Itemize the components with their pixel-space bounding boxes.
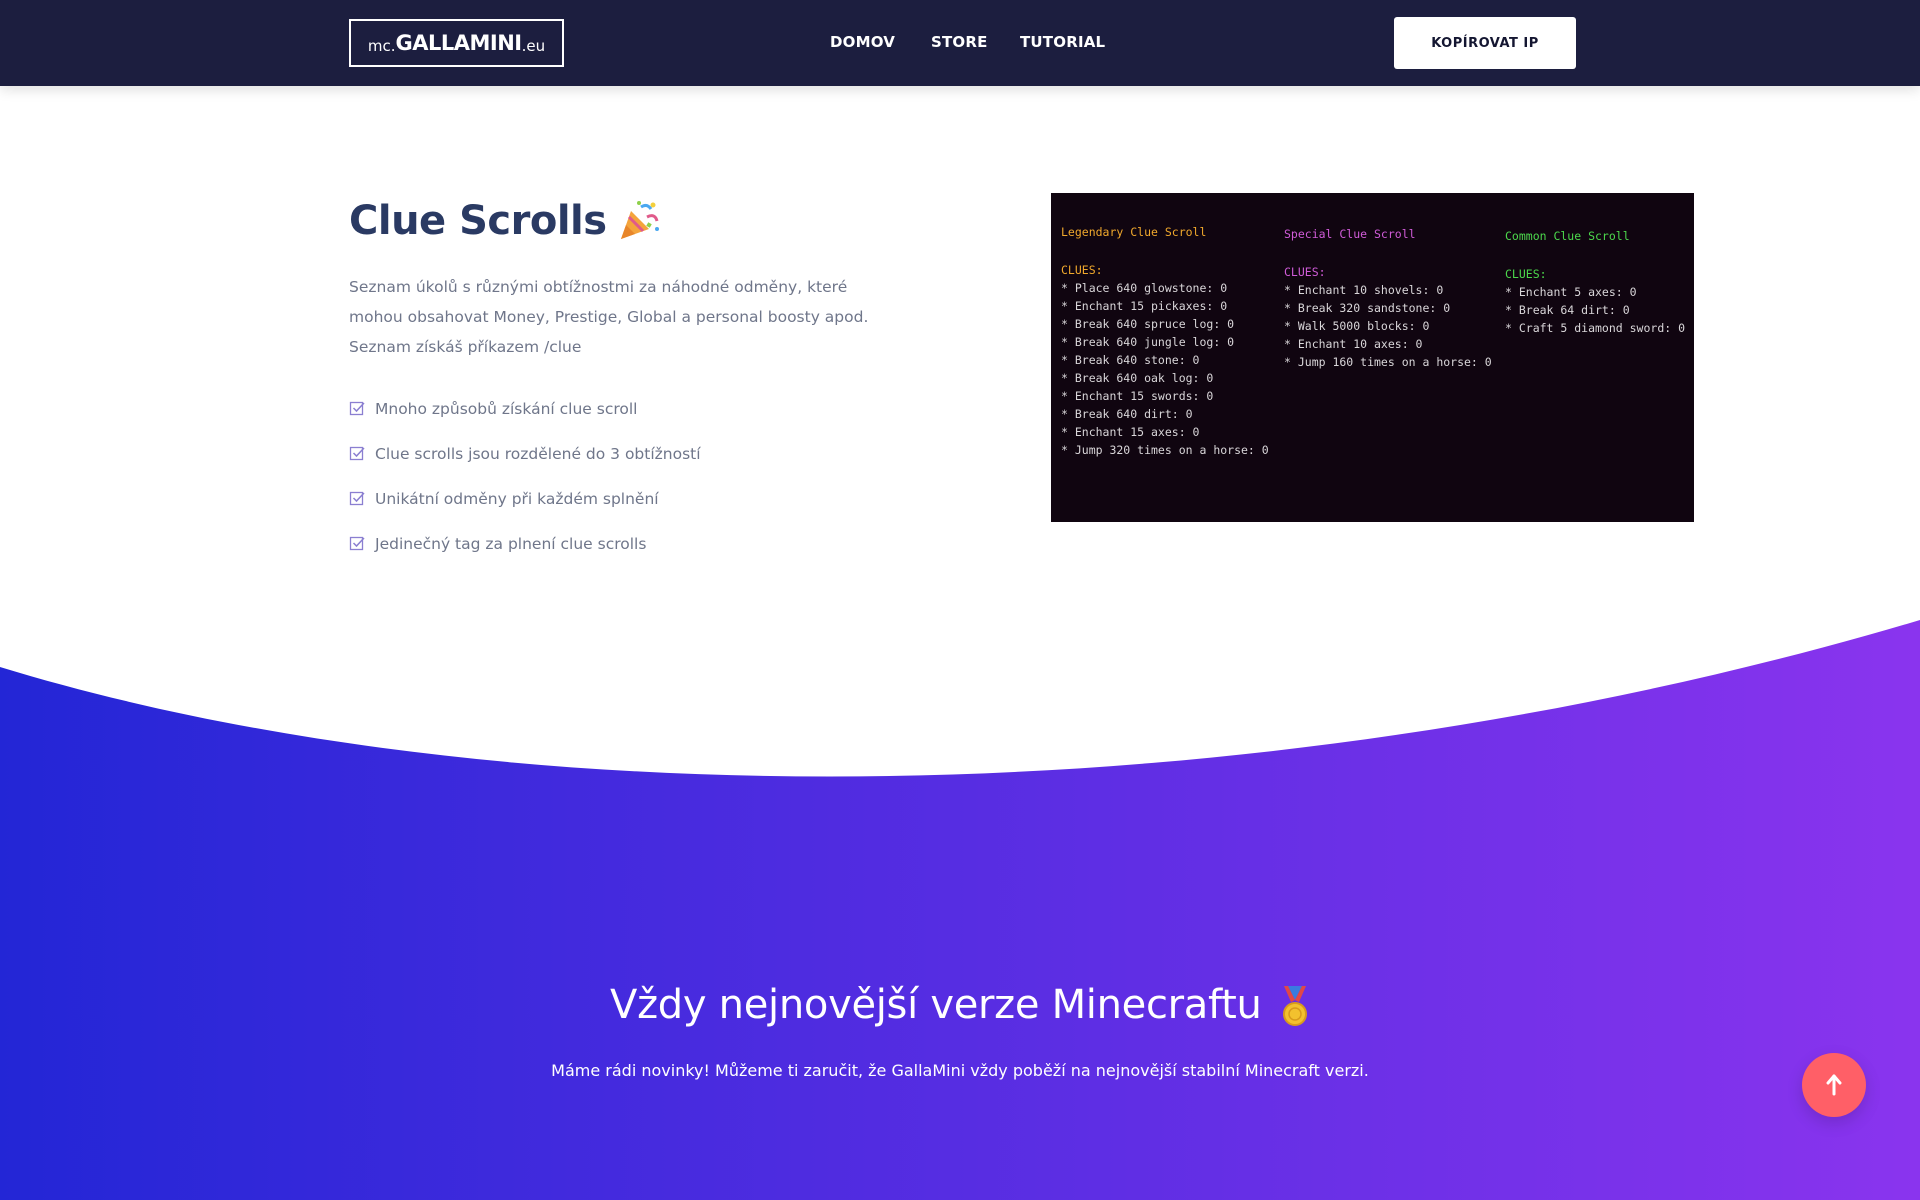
logo-name: GALLAMINI — [395, 31, 523, 55]
logo-prefix: mc. — [367, 37, 396, 55]
term-clues-label: CLUES: — [1284, 265, 1326, 279]
feature-text: Clue scrolls jsou rozdělené do 3 obtížno… — [375, 444, 701, 463]
nav-link-tutorial[interactable]: TUTORIAL — [1020, 33, 1105, 51]
check-square-icon — [349, 536, 365, 551]
term-line: * Place 640 glowstone: 0 — [1061, 281, 1228, 295]
term-title: Special Clue Scroll — [1284, 227, 1416, 241]
check-square-icon — [349, 446, 365, 461]
check-square-icon — [349, 401, 365, 416]
term-line: * Break 64 dirt: 0 — [1505, 303, 1630, 317]
arrow-up-icon — [1826, 1074, 1842, 1096]
feature-text: Jedinečný tag za plnení clue scrolls — [375, 534, 647, 553]
term-line: * Enchant 15 axes: 0 — [1061, 425, 1200, 439]
term-clues-label: CLUES: — [1505, 267, 1547, 281]
scroll-to-top-button[interactable] — [1802, 1053, 1866, 1117]
term-line: * Break 640 spruce log: 0 — [1061, 317, 1235, 331]
minecraft-section-subtitle: Máme rádi novinky! Můžeme ti zaručit, že… — [551, 1061, 1369, 1080]
term-line: * Jump 320 times on a horse: 0 — [1061, 443, 1269, 457]
term-line: * Break 640 oak log: 0 — [1061, 371, 1214, 385]
term-column-special: Special Clue Scroll CLUES: * Enchant 10 … — [1284, 225, 1492, 371]
term-column-common: Common Clue Scroll CLUES: * Enchant 5 ax… — [1505, 227, 1685, 337]
minecraft-title-text: Vždy nejnovější verze Minecraftu — [610, 982, 1262, 1028]
logo-suffix: .eu — [521, 37, 546, 55]
clue-section-description: Seznam úkolů s různými obtížnostmi za ná… — [349, 278, 869, 356]
term-line: * Break 640 jungle log: 0 — [1061, 335, 1235, 349]
clue-scroll-screenshot: Legendary Clue Scroll CLUES: * Place 640… — [1051, 193, 1694, 522]
term-line: * Craft 5 diamond sword: 0 — [1505, 321, 1686, 335]
term-line: * Enchant 5 axes: 0 — [1505, 285, 1637, 299]
clue-section-title: Clue Scrolls — [349, 198, 661, 244]
logo[interactable]: mc. GALLAMINI .eu — [349, 19, 564, 67]
term-line: * Break 640 stone: 0 — [1061, 353, 1200, 367]
nav-link-domov[interactable]: DOMOV — [830, 33, 895, 51]
medal-icon — [1282, 986, 1307, 1026]
term-title: Common Clue Scroll — [1505, 229, 1630, 243]
copy-ip-button[interactable]: KOPÍROVAT IP — [1394, 17, 1576, 69]
feature-text: Unikátní odměny při každém splnění — [375, 489, 659, 508]
feature-item: Mnoho způsobů získání clue scroll — [349, 386, 701, 431]
term-line: * Enchant 15 pickaxes: 0 — [1061, 299, 1228, 313]
feature-text: Mnoho způsobů získání clue scroll — [375, 399, 638, 418]
term-line: * Break 320 sandstone: 0 — [1284, 301, 1451, 315]
wave-background — [0, 620, 1920, 1200]
term-line: * Jump 160 times on a horse: 0 — [1284, 355, 1492, 369]
feature-list: Mnoho způsobů získání clue scroll Clue s… — [349, 386, 701, 566]
term-clues-label: CLUES: — [1061, 263, 1103, 277]
feature-item: Jedinečný tag za plnení clue scrolls — [349, 521, 701, 566]
term-line: * Break 640 dirt: 0 — [1061, 407, 1193, 421]
feature-item: Clue scrolls jsou rozdělené do 3 obtížno… — [349, 431, 701, 476]
minecraft-section-title: Vždy nejnovější verze Minecraftu — [0, 982, 1920, 1028]
term-column-legendary: Legendary Clue Scroll CLUES: * Place 640… — [1061, 223, 1269, 459]
term-line: * Enchant 10 shovels: 0 — [1284, 283, 1444, 297]
feature-item: Unikátní odměny při každém splnění — [349, 476, 701, 521]
navbar: mc. GALLAMINI .eu DOMOV STORE TUTORIAL K… — [0, 0, 1920, 86]
term-line: * Enchant 10 axes: 0 — [1284, 337, 1423, 351]
nav-link-store[interactable]: STORE — [931, 33, 988, 51]
term-line: * Walk 5000 blocks: 0 — [1284, 319, 1430, 333]
term-title: Legendary Clue Scroll — [1061, 225, 1207, 239]
check-square-icon — [349, 491, 365, 506]
party-popper-icon — [617, 199, 661, 243]
term-line: * Enchant 15 swords: 0 — [1061, 389, 1214, 403]
clue-title-text: Clue Scrolls — [349, 198, 607, 244]
